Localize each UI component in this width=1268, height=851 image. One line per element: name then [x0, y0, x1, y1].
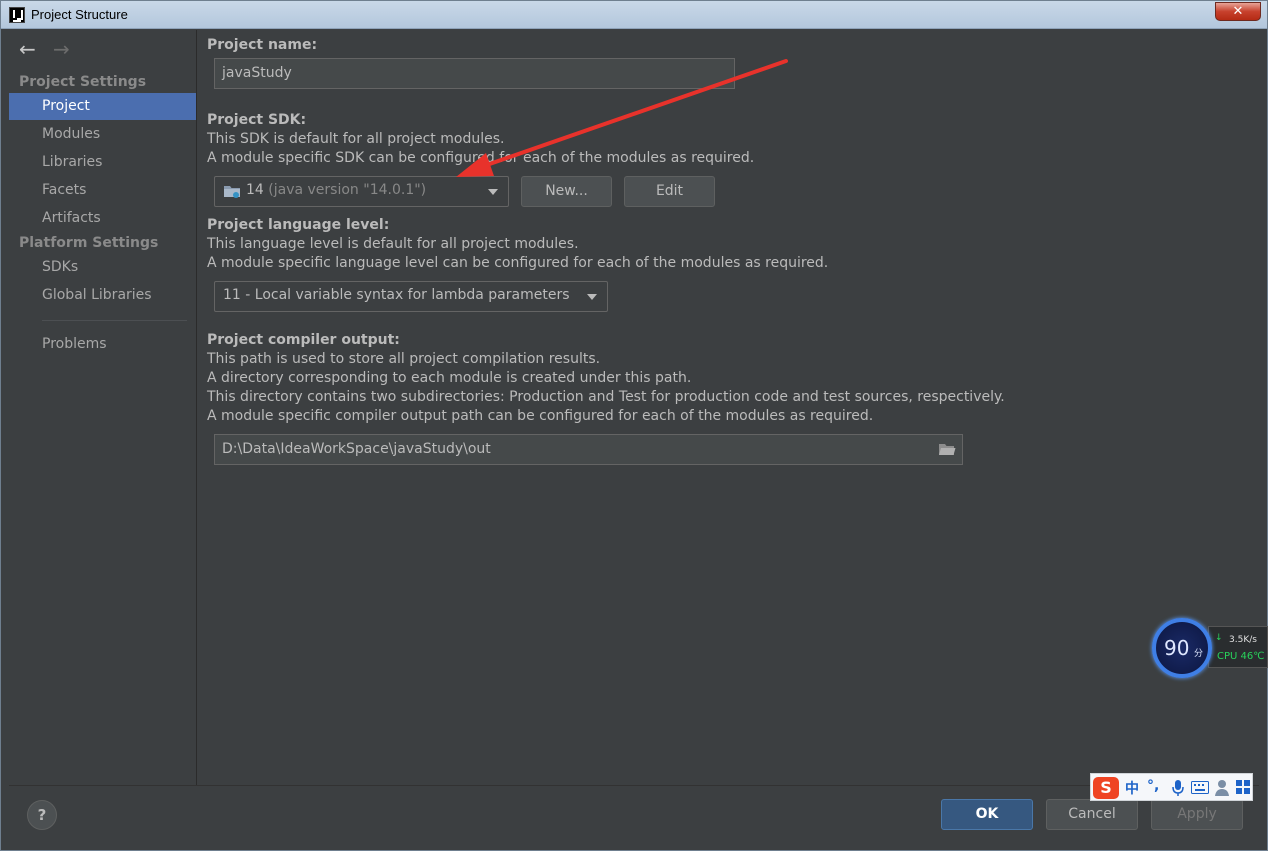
score-unit: 分 — [1194, 649, 1204, 659]
sdk-version-detail: (java version "14.0.1") — [268, 182, 427, 198]
sidebar-divider — [42, 320, 187, 321]
intellij-app-icon — [9, 7, 25, 23]
download-arrow-icon: ↓ — [1215, 633, 1223, 643]
chevron-down-icon — [488, 189, 498, 195]
project-sdk-desc-2: A module specific SDK can be configured … — [207, 150, 755, 166]
language-level-dropdown[interactable]: 11 - Local variable syntax for lambda pa… — [214, 281, 608, 312]
splitter[interactable] — [196, 30, 197, 785]
footer-divider — [9, 785, 1259, 786]
chevron-down-icon — [587, 294, 597, 300]
compiler-output-desc-1: This path is used to store all project c… — [207, 351, 601, 367]
sdk-folder-icon — [224, 186, 240, 198]
new-sdk-button[interactable]: New... — [521, 176, 612, 207]
project-sdk-desc-1: This SDK is default for all project modu… — [207, 131, 505, 147]
user-icon[interactable] — [1215, 779, 1231, 797]
net-speed: 3.5K/s — [1229, 635, 1257, 645]
language-level-label: Project language level: — [207, 217, 390, 233]
window-title: Project Structure — [31, 7, 128, 22]
language-level-desc-2: A module specific language level can be … — [207, 255, 829, 271]
apply-button[interactable]: Apply — [1151, 799, 1243, 830]
project-name-input[interactable]: javaStudy — [214, 58, 735, 89]
compiler-output-path: D:\Data\IdeaWorkSpace\javaStudy\out — [222, 441, 491, 457]
compiler-output-desc-3: This directory contains two subdirectori… — [207, 389, 1005, 405]
close-button[interactable]: ✕ — [1215, 2, 1261, 21]
sidebar-item-facets[interactable]: Facets — [9, 177, 196, 204]
section-header-project-settings: Project Settings — [19, 74, 147, 90]
sidebar: ← → Project Settings Project Modules Lib… — [9, 30, 196, 785]
project-name-label: Project name: — [207, 37, 318, 53]
forward-arrow-icon[interactable]: → — [53, 39, 70, 59]
score-dial[interactable]: 90 分 — [1152, 618, 1212, 678]
score-value: 90 — [1164, 636, 1190, 660]
compiler-output-label: Project compiler output: — [207, 332, 400, 348]
ime-toolbar[interactable]: S 中 °, — [1090, 773, 1253, 801]
performance-monitor-widget[interactable]: ↓ 3.5K/s CPU 46℃ 90 分 — [1150, 616, 1268, 680]
project-sdk-label: Project SDK: — [207, 112, 307, 128]
sidebar-item-libraries[interactable]: Libraries — [9, 149, 196, 176]
ok-button[interactable]: OK — [941, 799, 1033, 830]
title-bar: Project Structure ✕ — [1, 1, 1267, 29]
browse-folder-icon[interactable] — [938, 443, 956, 456]
sidebar-item-problems[interactable]: Problems — [9, 331, 196, 358]
cpu-temp: CPU 46℃ — [1217, 651, 1265, 662]
section-header-platform-settings: Platform Settings — [19, 235, 159, 251]
project-sdk-dropdown[interactable]: 14 (java version "14.0.1") — [214, 176, 509, 207]
compiler-output-desc-4: A module specific compiler output path c… — [207, 408, 874, 424]
ime-language-toggle[interactable]: 中 — [1125, 778, 1139, 798]
ime-punctuation-toggle[interactable]: °, — [1147, 778, 1159, 794]
sidebar-item-project[interactable]: Project — [9, 93, 196, 120]
sidebar-item-global-libraries[interactable]: Global Libraries — [9, 282, 196, 309]
keyboard-icon[interactable] — [1191, 781, 1209, 794]
sdk-version: 14 — [246, 182, 264, 198]
compiler-output-desc-2: A directory corresponding to each module… — [207, 370, 692, 386]
back-arrow-icon[interactable]: ← — [19, 39, 36, 59]
cancel-button[interactable]: Cancel — [1046, 799, 1138, 830]
language-level-value: 11 - Local variable syntax for lambda pa… — [223, 287, 570, 303]
compiler-output-input[interactable]: D:\Data\IdeaWorkSpace\javaStudy\out — [214, 434, 963, 465]
edit-sdk-button[interactable]: Edit — [624, 176, 715, 207]
language-level-desc-1: This language level is default for all p… — [207, 236, 579, 252]
sogou-logo-icon[interactable]: S — [1093, 777, 1119, 799]
sidebar-item-artifacts[interactable]: Artifacts — [9, 205, 196, 232]
net-cpu-panel: ↓ 3.5K/s CPU 46℃ — [1208, 626, 1268, 668]
grid-icon[interactable] — [1236, 780, 1250, 794]
help-button[interactable]: ? — [27, 800, 57, 830]
sidebar-item-modules[interactable]: Modules — [9, 121, 196, 148]
microphone-icon[interactable] — [1171, 779, 1185, 797]
project-structure-dialog: Project Structure ✕ ← → Project Settings… — [0, 0, 1268, 851]
sidebar-item-sdks[interactable]: SDKs — [9, 254, 196, 281]
